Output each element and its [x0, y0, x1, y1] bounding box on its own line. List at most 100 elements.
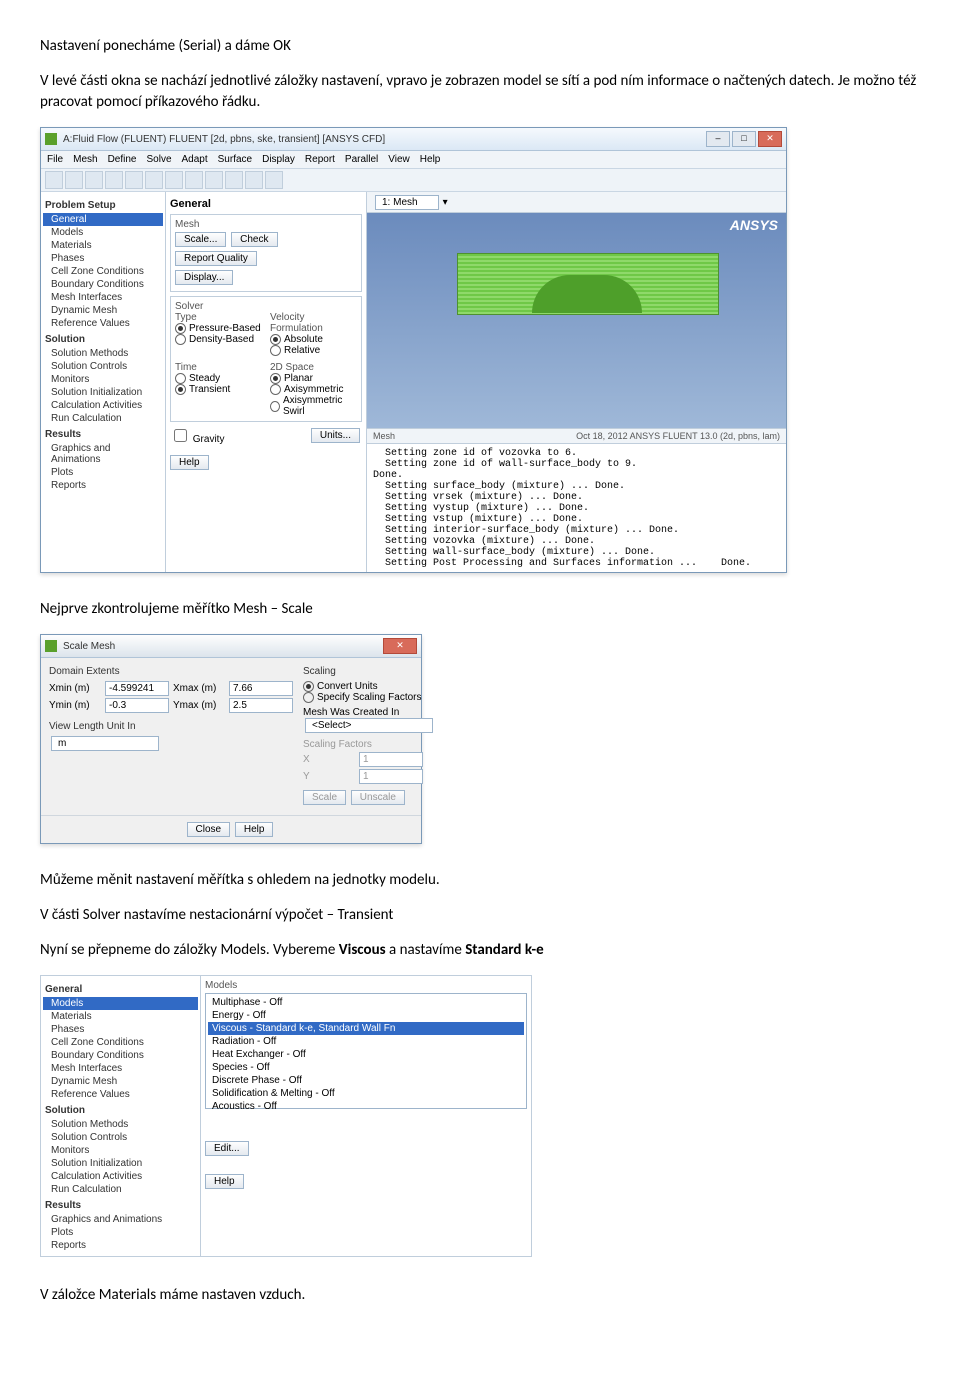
radio-absolute[interactable]: Absolute	[270, 334, 357, 345]
radio-steady[interactable]: Steady	[175, 373, 262, 384]
nav-item[interactable]: Solution Controls	[43, 360, 163, 373]
menu-item[interactable]: Mesh	[73, 154, 97, 165]
list-item[interactable]: Solidification & Melting - Off	[208, 1087, 524, 1100]
menu-item[interactable]: File	[47, 154, 63, 165]
nav-item[interactable]: Monitors	[43, 1144, 198, 1157]
nav-item[interactable]: Run Calculation	[43, 1183, 198, 1196]
list-item[interactable]: Energy - Off	[208, 1009, 524, 1022]
report-quality-button[interactable]: Report Quality	[175, 251, 257, 266]
menu-item[interactable]: Parallel	[345, 154, 378, 165]
scale-button[interactable]: Scale...	[175, 232, 226, 247]
radio-specify-factors[interactable]: Specify Scaling Factors	[303, 692, 435, 703]
radio-axisym-swirl[interactable]: Axisymmetric Swirl	[270, 395, 357, 417]
nav-item[interactable]: Reference Values	[43, 317, 163, 330]
tool-icon[interactable]	[265, 171, 283, 189]
text-console[interactable]: Setting zone id of vozovka to 6. Setting…	[367, 443, 786, 572]
list-item-viscous[interactable]: Viscous - Standard k-e, Standard Wall Fn	[208, 1022, 524, 1035]
tool-icon[interactable]	[165, 171, 183, 189]
help-button[interactable]: Help	[170, 455, 209, 470]
tool-icon[interactable]	[45, 171, 63, 189]
nav-item[interactable]: Plots	[43, 1226, 198, 1239]
list-item[interactable]: Discrete Phase - Off	[208, 1074, 524, 1087]
menu-item[interactable]: Adapt	[182, 154, 208, 165]
nav-item[interactable]: Run Calculation	[43, 412, 163, 425]
nav-item[interactable]: Mesh Interfaces	[43, 291, 163, 304]
help-button[interactable]: Help	[205, 1174, 244, 1189]
menu-item[interactable]: Help	[420, 154, 441, 165]
nav-item[interactable]: Calculation Activities	[43, 399, 163, 412]
radio-density-based[interactable]: Density-Based	[175, 334, 262, 345]
nav-item[interactable]: Solution Methods	[43, 1118, 198, 1131]
ymin-input[interactable]: -0.3	[105, 698, 169, 713]
tool-icon[interactable]	[245, 171, 263, 189]
list-item[interactable]: Radiation - Off	[208, 1035, 524, 1048]
ymax-input[interactable]: 2.5	[229, 698, 293, 713]
close-button[interactable]: ✕	[758, 131, 782, 147]
minimize-button[interactable]: –	[706, 131, 730, 147]
menu-item[interactable]: Define	[108, 154, 137, 165]
display-button[interactable]: Display...	[175, 270, 233, 285]
nav-item[interactable]: Phases	[43, 252, 163, 265]
nav-item[interactable]: Boundary Conditions	[43, 1049, 198, 1062]
tool-icon[interactable]	[65, 171, 83, 189]
menu-item[interactable]: Surface	[218, 154, 252, 165]
list-item[interactable]: Heat Exchanger - Off	[208, 1048, 524, 1061]
nav-item-general[interactable]: General	[43, 213, 163, 226]
gravity-checkbox[interactable]: Gravity	[170, 426, 224, 445]
nav-item[interactable]: Dynamic Mesh	[43, 1075, 198, 1088]
nav-item[interactable]: Mesh Interfaces	[43, 1062, 198, 1075]
units-button[interactable]: Units...	[311, 428, 360, 443]
nav-item[interactable]: Graphics and Animations	[43, 442, 163, 466]
models-listbox[interactable]: Multiphase - Off Energy - Off Viscous - …	[205, 993, 527, 1109]
nav-item[interactable]: Monitors	[43, 373, 163, 386]
menu-item[interactable]: Solve	[146, 154, 171, 165]
tool-icon[interactable]	[225, 171, 243, 189]
nav-item[interactable]: Boundary Conditions	[43, 278, 163, 291]
xmax-input[interactable]: 7.66	[229, 681, 293, 696]
nav-item[interactable]: Reports	[43, 1239, 198, 1252]
close-button[interactable]: ✕	[383, 638, 417, 654]
created-in-select[interactable]: <Select>	[305, 718, 433, 733]
radio-planar[interactable]: Planar	[270, 373, 357, 384]
help-button[interactable]: Help	[235, 822, 274, 837]
close-button[interactable]: Close	[187, 822, 231, 837]
maximize-button[interactable]: □	[732, 131, 756, 147]
nav-item[interactable]: Dynamic Mesh	[43, 304, 163, 317]
nav-item[interactable]: Materials	[43, 1010, 198, 1023]
view-unit-select[interactable]: m	[51, 736, 159, 751]
nav-item[interactable]: Phases	[43, 1023, 198, 1036]
nav-item[interactable]: Models	[43, 226, 163, 239]
nav-item[interactable]: Cell Zone Conditions	[43, 1036, 198, 1049]
menu-item[interactable]: View	[388, 154, 410, 165]
nav-item[interactable]: Solution Initialization	[43, 1157, 198, 1170]
nav-item[interactable]: Materials	[43, 239, 163, 252]
tool-icon[interactable]	[205, 171, 223, 189]
tool-icon[interactable]	[85, 171, 103, 189]
nav-item[interactable]: Reports	[43, 479, 163, 492]
tool-icon[interactable]	[105, 171, 123, 189]
graphics-viewport[interactable]: ANSYS	[367, 213, 786, 428]
nav-item[interactable]: Solution Initialization	[43, 386, 163, 399]
tool-icon[interactable]	[185, 171, 203, 189]
list-item[interactable]: Acoustics - Off	[208, 1100, 524, 1113]
list-item[interactable]: Species - Off	[208, 1061, 524, 1074]
radio-transient[interactable]: Transient	[175, 384, 262, 395]
nav-item[interactable]: Graphics and Animations	[43, 1213, 198, 1226]
nav-item[interactable]: Solution Methods	[43, 347, 163, 360]
view-select[interactable]: 1: Mesh	[375, 195, 439, 210]
list-item[interactable]: Multiphase - Off	[208, 996, 524, 1009]
xmin-input[interactable]: -4.599241	[105, 681, 169, 696]
nav-item[interactable]: Reference Values	[43, 1088, 198, 1101]
tool-icon[interactable]	[125, 171, 143, 189]
radio-pressure-based[interactable]: Pressure-Based	[175, 323, 262, 334]
radio-relative[interactable]: Relative	[270, 345, 357, 356]
menu-item[interactable]: Report	[305, 154, 335, 165]
check-button[interactable]: Check	[231, 232, 277, 247]
radio-convert-units[interactable]: Convert Units	[303, 681, 435, 692]
tool-icon[interactable]	[145, 171, 163, 189]
nav-item[interactable]: Plots	[43, 466, 163, 479]
edit-button[interactable]: Edit...	[205, 1141, 249, 1156]
nav-item[interactable]: Calculation Activities	[43, 1170, 198, 1183]
nav-item[interactable]: Solution Controls	[43, 1131, 198, 1144]
nav-item[interactable]: Cell Zone Conditions	[43, 265, 163, 278]
